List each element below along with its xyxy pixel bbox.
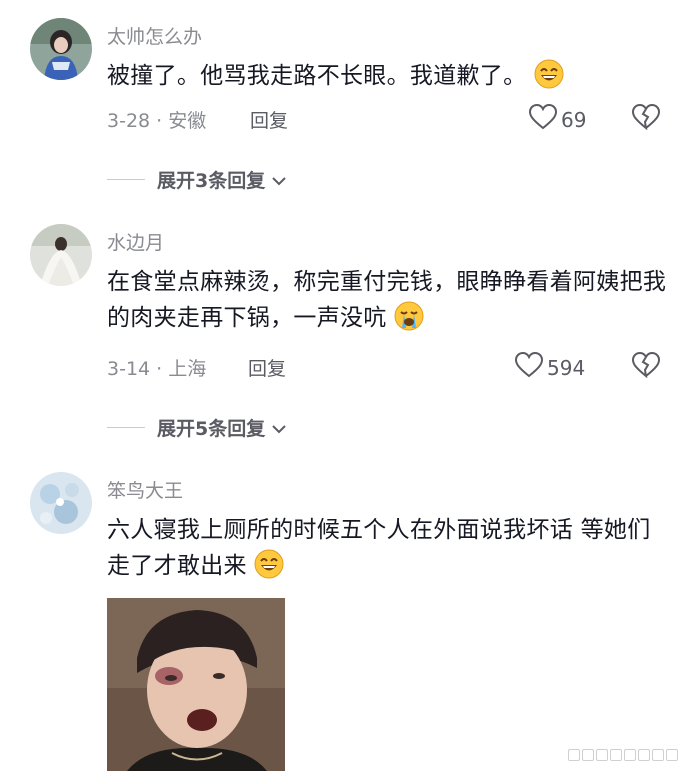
avatar[interactable] [30,472,92,534]
comment-image[interactable] [107,598,285,771]
grin-emoji [254,549,284,590]
watermark [568,749,678,761]
username[interactable]: 笨鸟大王 [107,476,183,503]
comment-3: 笨鸟大王 六人寝我上厕所的时候五个人在外面说我坏话 等她们走了才敢出来 [0,0,690,771]
comment-text: 六人寝我上厕所的时候五个人在外面说我坏话 等她们走了才敢出来 [107,512,667,590]
comment-body: 六人寝我上厕所的时候五个人在外面说我坏话 等她们走了才敢出来 [107,517,651,579]
